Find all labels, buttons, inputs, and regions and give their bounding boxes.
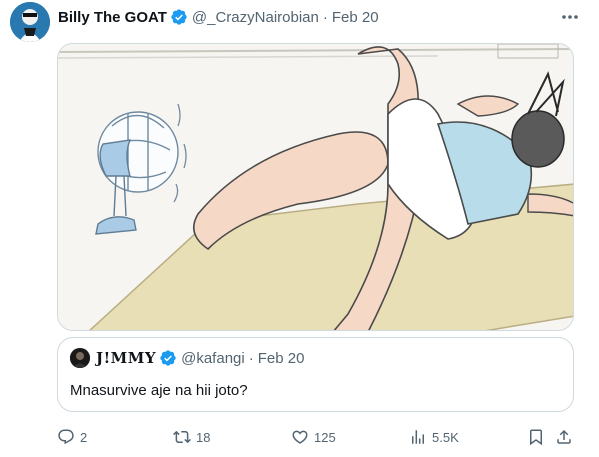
tweet-date[interactable]: Feb 20 bbox=[332, 9, 379, 26]
views-count: 5.5K bbox=[432, 429, 459, 445]
reply-icon bbox=[58, 429, 74, 445]
cartoon-illustration bbox=[58, 44, 573, 330]
more-icon bbox=[562, 15, 578, 19]
quoted-tweet[interactable]: J!MMY @kafangi · Feb 20 Mnasurvive aje n… bbox=[57, 337, 574, 412]
views-icon bbox=[412, 430, 424, 444]
separator-dot: · bbox=[248, 349, 254, 367]
quoted-author-handle[interactable]: @kafangi bbox=[181, 350, 245, 367]
tweet-media-image[interactable] bbox=[57, 43, 574, 331]
verified-badge-icon bbox=[171, 9, 187, 25]
like-button[interactable]: 125 bbox=[291, 426, 336, 448]
quoted-tweet-date[interactable]: Feb 20 bbox=[258, 350, 305, 367]
author-name[interactable]: Billy The GOAT bbox=[58, 9, 167, 26]
share-icon[interactable] bbox=[555, 428, 573, 446]
quoted-author-avatar[interactable] bbox=[70, 348, 90, 368]
like-count: 125 bbox=[314, 429, 336, 445]
verified-badge-icon bbox=[160, 350, 176, 366]
reply-count: 2 bbox=[80, 429, 88, 445]
author-handle[interactable]: @_CrazyNairobian bbox=[192, 9, 319, 26]
retweet-count: 18 bbox=[196, 429, 211, 445]
author-avatar[interactable] bbox=[10, 2, 50, 42]
separator-dot: · bbox=[322, 8, 328, 26]
more-button[interactable] bbox=[560, 8, 580, 26]
retweet-button[interactable]: 18 bbox=[173, 426, 210, 448]
quoted-tweet-header: J!MMY @kafangi · Feb 20 bbox=[70, 348, 304, 368]
bookmark-icon[interactable] bbox=[527, 428, 545, 446]
tweet-header: Billy The GOAT @_CrazyNairobian · Feb 20 bbox=[58, 7, 379, 27]
views-button[interactable]: 5.5K bbox=[409, 426, 459, 448]
like-icon bbox=[292, 430, 308, 444]
quoted-author-name[interactable]: J!MMY bbox=[96, 349, 156, 367]
quoted-tweet-text: Mnasurvive aje na hii joto? bbox=[70, 382, 248, 399]
reply-button[interactable]: 2 bbox=[57, 426, 87, 448]
retweet-icon bbox=[173, 430, 191, 444]
tweet-action-bar: 2 18 125 5.5K bbox=[57, 426, 577, 448]
